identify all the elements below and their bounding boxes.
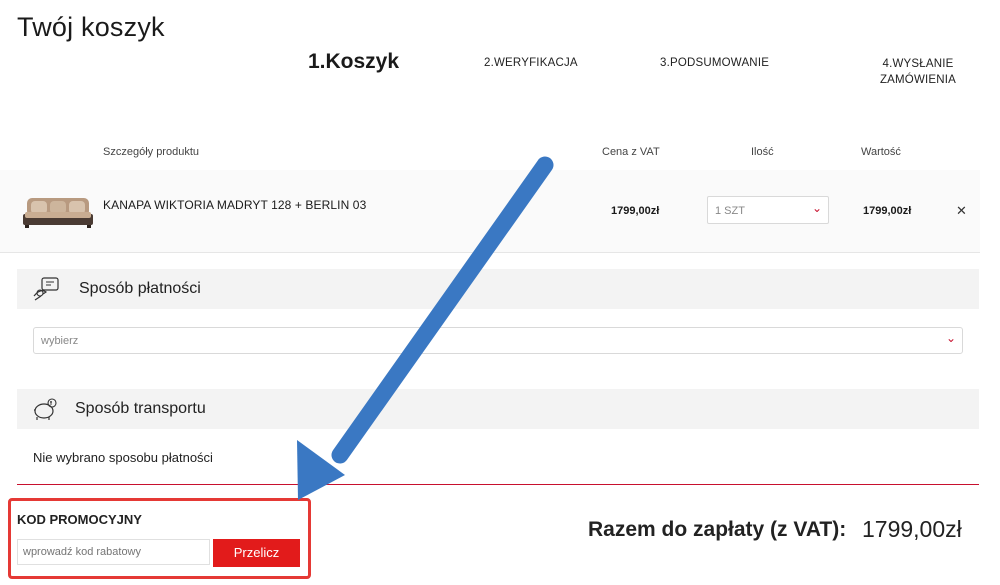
total-label: Razem do zapłaty (z VAT): <box>588 518 847 541</box>
table-row: KANAPA WIKTORIA MADRYT 128 + BERLIN 03 1… <box>0 170 980 253</box>
payment-select-value: wybierz <box>41 335 79 347</box>
transport-message: Nie wybrano sposobu płatności <box>33 450 213 465</box>
chevron-down-icon: ⌄ <box>811 201 822 215</box>
promo-title: KOD PROMOCYJNY <box>17 512 142 527</box>
close-icon[interactable]: ✕ <box>956 203 967 219</box>
header-quantity: Ilość <box>751 146 774 158</box>
recalculate-button[interactable]: Przelicz <box>213 539 300 567</box>
payment-section-title: Sposób płatności <box>79 280 201 297</box>
payment-method-select[interactable]: wybierz ⌄ <box>33 327 963 354</box>
total-value: 1799,00zł <box>862 516 962 542</box>
product-price: 1799,00zł <box>611 205 660 217</box>
step-summary[interactable]: 3.PODSUMOWANIE <box>660 57 769 69</box>
page-title: Twój koszyk <box>17 12 165 42</box>
chevron-down-icon: ⌄ <box>945 331 956 345</box>
transport-section-header: Sposób transportu <box>17 389 979 429</box>
payment-hand-card-icon <box>33 277 59 301</box>
quantity-select[interactable]: 1 SZT ⌄ <box>707 196 829 224</box>
step-verification[interactable]: 2.WERYFIKACJA <box>484 57 578 69</box>
divider <box>17 484 979 485</box>
transport-section-title: Sposób transportu <box>75 400 206 417</box>
header-price: Cena z VAT <box>602 146 660 158</box>
header-product-details: Szczegóły produktu <box>103 146 199 158</box>
payment-section-header: Sposób płatności <box>17 269 979 309</box>
quantity-value: 1 SZT <box>715 205 745 217</box>
product-total: 1799,00zł <box>863 205 912 217</box>
promo-code-input[interactable] <box>17 539 210 565</box>
step-order-send[interactable]: 4.WYSŁANIE ZAMÓWIENIA <box>858 56 978 88</box>
product-thumbnail[interactable] <box>21 192 95 228</box>
header-value: Wartość <box>861 146 901 158</box>
step-cart[interactable]: 1.Koszyk <box>308 50 399 74</box>
piggy-bank-icon <box>34 398 57 420</box>
product-name[interactable]: KANAPA WIKTORIA MADRYT 128 + BERLIN 03 <box>103 198 366 212</box>
